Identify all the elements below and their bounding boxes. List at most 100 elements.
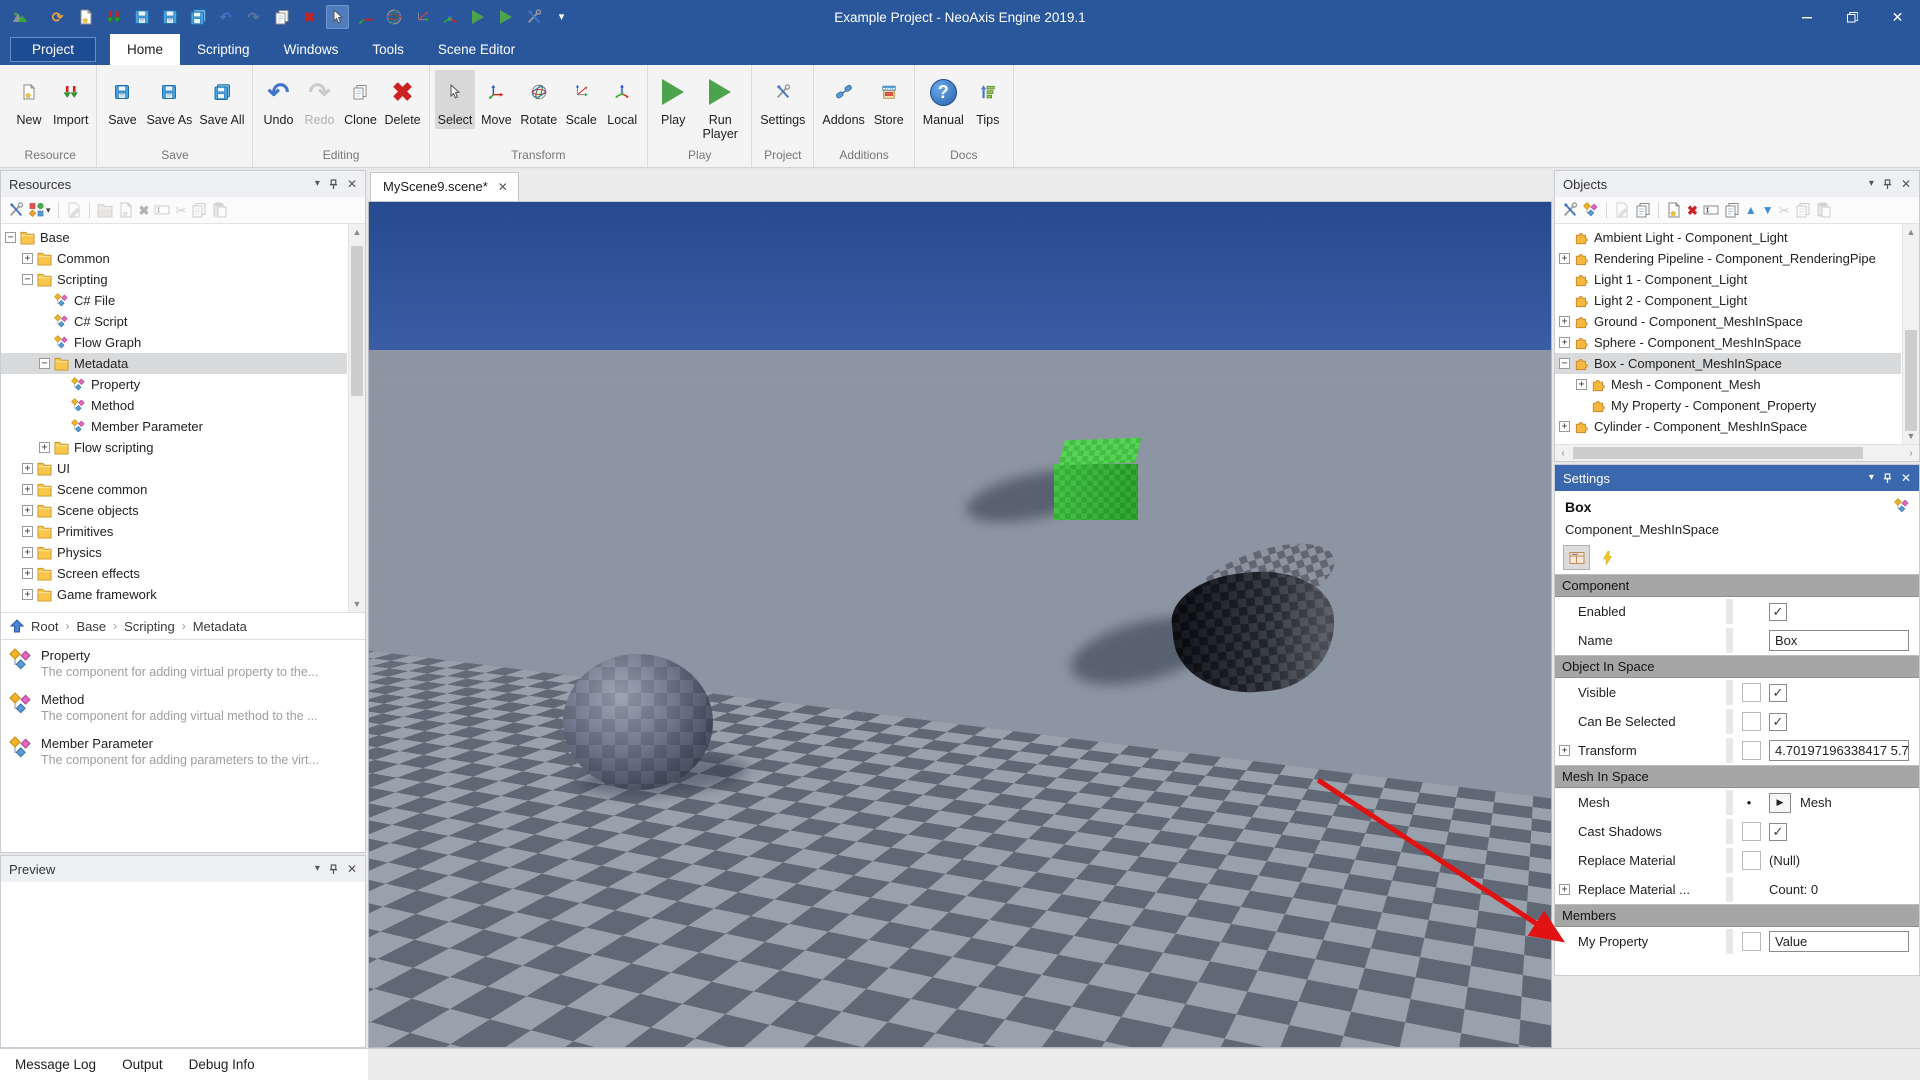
manual-button[interactable]: ?Manual bbox=[920, 70, 967, 129]
collapse-icon[interactable]: − bbox=[1559, 358, 1570, 369]
default-value-box[interactable] bbox=[1742, 822, 1761, 841]
tree-item[interactable]: +Primitives bbox=[1, 521, 347, 542]
reference-button[interactable]: ▶ bbox=[1769, 793, 1791, 813]
close-icon[interactable]: ✕ bbox=[498, 180, 508, 194]
checkbox-checked[interactable]: ✓ bbox=[1769, 684, 1787, 702]
horizontal-scrollbar[interactable]: ‹ › bbox=[1555, 444, 1919, 461]
close-button[interactable]: ✕ bbox=[1901, 178, 1911, 190]
floppy-quick-button[interactable] bbox=[130, 5, 153, 29]
wrench-quick-button[interactable] bbox=[522, 5, 545, 29]
play-quick-button[interactable] bbox=[466, 5, 489, 29]
cut-button[interactable]: ✂ bbox=[174, 203, 187, 218]
green-box-object[interactable] bbox=[1054, 439, 1142, 520]
collapse-icon[interactable]: − bbox=[39, 358, 50, 369]
clone-button[interactable]: Clone bbox=[340, 70, 380, 129]
move-button[interactable]: Move bbox=[476, 70, 516, 129]
scroll-down-icon[interactable]: ▼ bbox=[349, 596, 365, 612]
import-quick-button[interactable] bbox=[102, 5, 125, 29]
play-quick-button[interactable] bbox=[494, 5, 517, 29]
bottom-tab-debug-info[interactable]: Debug Info bbox=[176, 1049, 268, 1080]
new-file-button[interactable] bbox=[117, 201, 135, 219]
scroll-down-icon[interactable]: ▼ bbox=[1903, 428, 1919, 444]
property-row[interactable]: Can Be Selected ✓ bbox=[1555, 707, 1919, 736]
tree-item[interactable]: Light 1 - Component_Light bbox=[1555, 269, 1901, 290]
property-row[interactable]: + Transform 4.70197196338417 5.776 bbox=[1555, 736, 1919, 765]
delete-button[interactable]: ✖Delete bbox=[381, 70, 423, 129]
close-button[interactable]: ✕ bbox=[347, 178, 357, 190]
tree-item[interactable]: −Metadata bbox=[1, 353, 347, 374]
save-all-button[interactable]: Save All bbox=[196, 70, 247, 129]
copy-doc-button[interactable] bbox=[1723, 201, 1741, 219]
expand-icon[interactable]: + bbox=[22, 484, 33, 495]
save-as-button[interactable]: Save As bbox=[143, 70, 195, 129]
expand-icon[interactable]: + bbox=[22, 589, 33, 600]
text-field[interactable]: Box bbox=[1769, 630, 1909, 651]
restore-button[interactable] bbox=[1830, 0, 1875, 34]
play-button[interactable]: Play bbox=[653, 70, 693, 129]
redo-button[interactable]: ↷Redo bbox=[299, 70, 339, 129]
store-button[interactable]: Store bbox=[869, 70, 909, 129]
ribbon-tab-scripting[interactable]: Scripting bbox=[180, 34, 267, 65]
edit-button[interactable] bbox=[65, 201, 83, 219]
property-category[interactable]: Mesh In Space bbox=[1555, 765, 1919, 788]
scrollbar-thumb[interactable] bbox=[1573, 447, 1863, 459]
clone-quick-button[interactable] bbox=[270, 5, 293, 29]
tips-button[interactable]: Tips bbox=[968, 70, 1008, 129]
tree-item[interactable]: +Mesh - Component_Mesh bbox=[1555, 374, 1901, 395]
breadcrumb-item[interactable]: Base bbox=[76, 619, 106, 634]
clone-button[interactable] bbox=[1794, 201, 1812, 219]
tree-item[interactable]: +UI bbox=[1, 458, 347, 479]
breadcrumb-item[interactable]: Scripting bbox=[124, 619, 175, 634]
delete-button[interactable]: ✖ bbox=[1686, 203, 1699, 218]
property-row[interactable]: Visible ✓ bbox=[1555, 678, 1919, 707]
property-category[interactable]: Members bbox=[1555, 904, 1919, 927]
breadcrumb-item[interactable]: Root bbox=[31, 619, 58, 634]
scrollbar-thumb[interactable] bbox=[1905, 330, 1917, 431]
wrench-button[interactable] bbox=[7, 201, 25, 219]
property-row[interactable]: Replace Material (Null) bbox=[1555, 846, 1919, 875]
down-arrow-button[interactable]: ▼ bbox=[1761, 203, 1775, 217]
tree-item[interactable]: +Physics bbox=[1, 542, 347, 563]
rename-button[interactable] bbox=[1702, 201, 1720, 219]
logo-quick-button[interactable] bbox=[8, 5, 31, 29]
pin-button[interactable] bbox=[1883, 179, 1892, 190]
scroll-up-icon[interactable]: ▲ bbox=[349, 224, 365, 240]
edit-button[interactable] bbox=[1613, 201, 1631, 219]
tree-item[interactable]: Light 2 - Component_Light bbox=[1555, 290, 1901, 311]
pin-button[interactable] bbox=[1883, 473, 1892, 484]
tree-item[interactable]: +Sphere - Component_MeshInSpace bbox=[1555, 332, 1901, 353]
property-category[interactable]: Object In Space bbox=[1555, 655, 1919, 678]
paste-button[interactable] bbox=[211, 201, 229, 219]
paste-button[interactable] bbox=[1815, 201, 1833, 219]
minimize-button[interactable] bbox=[1785, 0, 1830, 34]
local-button[interactable]: Local bbox=[602, 70, 642, 129]
tree-item[interactable]: Flow Graph bbox=[1, 332, 347, 353]
bottom-tab-message-log[interactable]: Message Log bbox=[2, 1049, 109, 1080]
pin-button[interactable] bbox=[329, 179, 338, 190]
scroll-up-icon[interactable]: ▲ bbox=[1903, 224, 1919, 240]
rotate-button[interactable]: Rotate bbox=[517, 70, 560, 129]
collapse-icon[interactable]: − bbox=[22, 274, 33, 285]
new-button[interactable]: New bbox=[9, 70, 49, 129]
select-button[interactable]: Select bbox=[435, 70, 476, 129]
local-quick-button[interactable] bbox=[438, 5, 461, 29]
ribbon-tab-tools[interactable]: Tools bbox=[355, 34, 421, 65]
expand-icon[interactable]: + bbox=[39, 442, 50, 453]
default-value-box[interactable] bbox=[1742, 712, 1761, 731]
ribbon-tab-windows[interactable]: Windows bbox=[267, 34, 356, 65]
clone-button[interactable] bbox=[1634, 201, 1652, 219]
3d-viewport[interactable] bbox=[368, 202, 1552, 1048]
ribbon-tab-scene-editor[interactable]: Scene Editor bbox=[421, 34, 532, 65]
chevron-down-quick-button[interactable]: ▾ bbox=[550, 5, 573, 29]
text-field[interactable]: 4.70197196338417 5.776 bbox=[1769, 740, 1909, 761]
default-value-box[interactable] bbox=[1742, 683, 1761, 702]
floppy-quick-button[interactable] bbox=[158, 5, 181, 29]
expand-icon[interactable]: + bbox=[1559, 253, 1570, 264]
property-row[interactable]: Name Box bbox=[1555, 626, 1919, 655]
expand-icon[interactable]: + bbox=[22, 568, 33, 579]
wrench-button[interactable] bbox=[1561, 201, 1579, 219]
tree-item[interactable]: +Flow scripting bbox=[1, 437, 347, 458]
tree-item[interactable]: −Base bbox=[1, 227, 347, 248]
expand-icon[interactable]: + bbox=[1559, 421, 1570, 432]
tree-item[interactable]: +Scene common bbox=[1, 479, 347, 500]
